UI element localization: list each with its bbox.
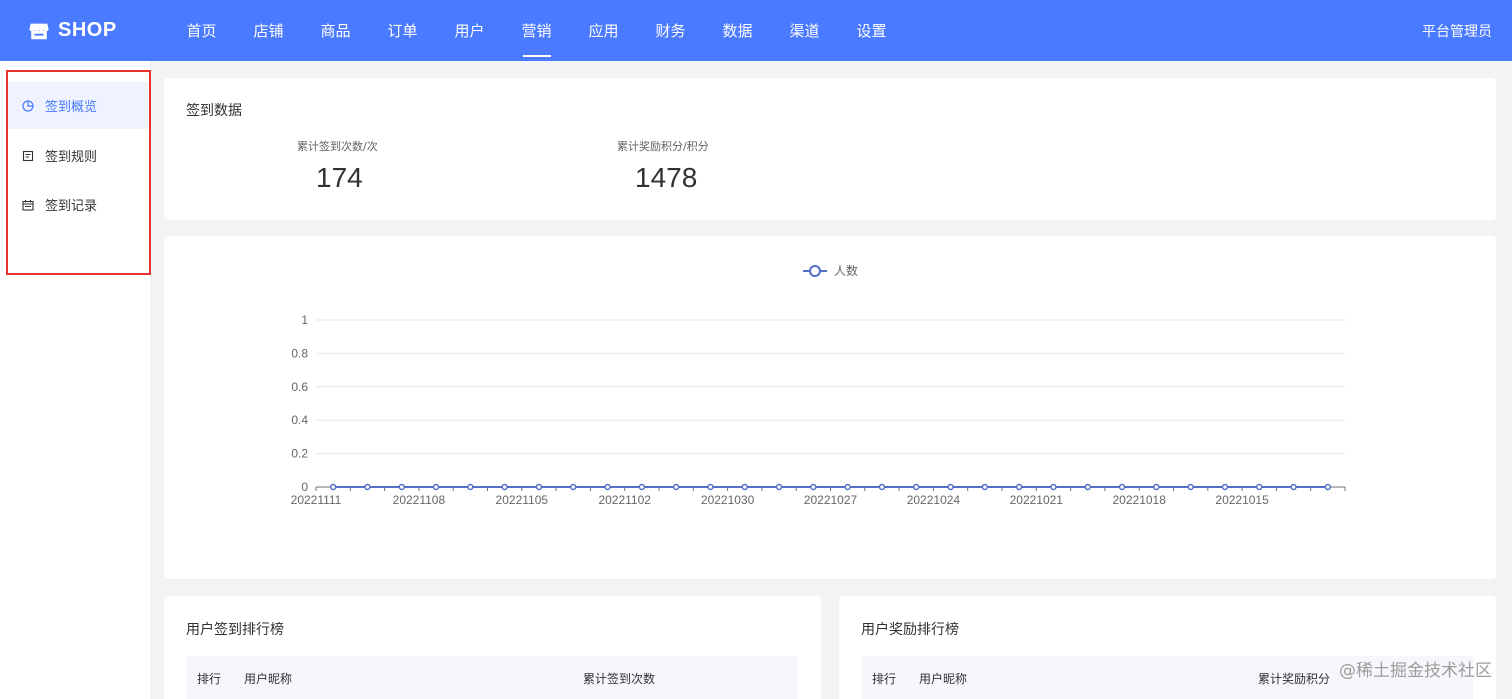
x-tick-label: 20221021 <box>1010 493 1064 507</box>
legend-label: 人数 <box>834 263 858 278</box>
admin-user-menu[interactable]: 平台管理员 <box>1422 0 1492 61</box>
data-point <box>1084 483 1091 491</box>
main-nav: 首页 店铺 商品 订单 用户 营销 应用 财务 数据 渠道 设置 <box>168 0 905 61</box>
nav-products[interactable]: 商品 <box>302 0 369 61</box>
y-tick-label: 0.4 <box>291 413 308 427</box>
data-point <box>638 483 646 491</box>
data-point <box>741 483 748 491</box>
column-header-rank: 排行 <box>872 671 897 686</box>
column-header-nickname: 用户昵称 <box>244 671 293 686</box>
data-point <box>672 483 680 491</box>
nav-finance[interactable]: 财务 <box>637 0 704 61</box>
data-point <box>810 483 817 491</box>
nav-data[interactable]: 数据 <box>704 0 771 61</box>
top-navbar: SHOP 首页 店铺 商品 订单 用户 营销 应用 财务 数据 渠道 设置 平台… <box>0 0 1512 61</box>
data-point <box>467 483 474 491</box>
nav-settings[interactable]: 设置 <box>838 0 905 61</box>
watermark: @稀土掘金技术社区 <box>1339 661 1492 681</box>
data-point <box>398 483 405 491</box>
data-point <box>432 483 440 491</box>
data-point <box>1221 483 1229 491</box>
x-tick-label: 20221108 <box>393 493 446 507</box>
nav-orders[interactable]: 订单 <box>369 0 436 61</box>
total-points-label: 累计奖励积分/积分 <box>617 140 709 153</box>
data-point <box>913 483 920 491</box>
brand[interactable]: SHOP <box>28 19 168 42</box>
y-tick-label: 0 <box>301 480 308 494</box>
total-points-value: 1478 <box>635 162 698 193</box>
x-tick-label: 20221024 <box>907 493 961 507</box>
data-point <box>1187 483 1194 491</box>
line-chart: 0 0.2 0.4 0.6 0.8 1 20221111 20221108 20221105 20… <box>291 263 1346 507</box>
checkin-chart-card: 0 0.2 0.4 0.6 0.8 1 20221111 20221108 20221105 20… <box>164 236 1496 579</box>
y-tick-label: 0.6 <box>291 380 308 394</box>
total-checkins-label: 累计签到次数/次 <box>297 140 378 153</box>
sidebar: 签到概览 签到规则 签到记录 <box>0 61 150 699</box>
checkin-ranking-title: 用户签到排行榜 <box>186 622 284 638</box>
x-tick-label: 20221111 <box>291 493 342 507</box>
data-point <box>1153 483 1160 491</box>
y-tick-label: 0.8 <box>291 346 308 360</box>
data-point <box>364 483 371 491</box>
sidebar-item-label: 签到规则 <box>45 150 98 165</box>
sidebar-item-label: 签到概览 <box>45 100 98 115</box>
data-point <box>604 483 611 491</box>
sidebar-item-records[interactable]: 签到记录 <box>8 181 148 228</box>
nav-users[interactable]: 用户 <box>436 0 503 61</box>
store-icon <box>29 23 49 39</box>
checkin-ranking-card: 用户签到排行榜 排行 用户昵称 累计签到次数 <box>164 596 821 699</box>
stats-card-title: 签到数据 <box>186 103 242 119</box>
pie-chart-icon <box>22 99 34 112</box>
data-point <box>1015 483 1023 491</box>
x-tick-label: 20221102 <box>598 493 651 507</box>
data-point <box>329 483 337 491</box>
x-tick-label: 20221027 <box>804 493 858 507</box>
sidebar-item-rules[interactable]: 签到规则 <box>8 132 148 179</box>
data-point <box>775 483 783 491</box>
data-point <box>535 483 543 491</box>
total-checkins-value: 174 <box>316 162 363 193</box>
legend-marker-icon <box>809 265 821 277</box>
nav-marketing[interactable]: 营销 <box>503 0 570 61</box>
sidebar-item-overview[interactable]: 签到概览 <box>8 82 148 129</box>
checkin-ranking-table-header: 排行 用户昵称 累计签到次数 <box>187 656 798 699</box>
data-point <box>501 483 508 491</box>
nav-channels[interactable]: 渠道 <box>771 0 838 61</box>
data-point <box>878 483 886 491</box>
nav-apps[interactable]: 应用 <box>570 0 637 61</box>
x-tick-label: 20221030 <box>701 493 755 507</box>
column-header-nickname: 用户昵称 <box>919 671 968 686</box>
data-point <box>1256 483 1263 491</box>
brand-name: SHOP <box>58 19 117 41</box>
data-point <box>1118 483 1126 491</box>
x-tick-label: 20221015 <box>1215 493 1269 507</box>
reward-ranking-title: 用户奖励排行榜 <box>861 622 959 638</box>
data-point <box>1324 483 1332 491</box>
nav-home[interactable]: 首页 <box>168 0 235 61</box>
data-point <box>844 483 851 491</box>
data-point <box>1290 483 1297 491</box>
data-point <box>1050 483 1057 491</box>
x-tick-label: 20221018 <box>1113 493 1167 507</box>
y-tick-label: 1 <box>301 313 308 327</box>
column-header-rank: 排行 <box>197 671 222 686</box>
column-header-checkins: 累计签到次数 <box>583 671 656 686</box>
x-tick-label: 20221105 <box>496 493 549 507</box>
reward-ranking-card: 用户奖励排行榜 排行 用户昵称 累计奖励积分 <box>839 596 1496 699</box>
column-header-points: 累计奖励积分 <box>1258 671 1331 686</box>
checkin-stats-card: 签到数据 累计签到次数/次 174 累计奖励积分/积分 1478 <box>164 78 1496 220</box>
calendar-icon <box>22 199 34 211</box>
document-icon <box>22 150 34 161</box>
nav-store[interactable]: 店铺 <box>235 0 302 61</box>
y-tick-label: 0.2 <box>291 447 308 461</box>
data-point <box>707 483 714 491</box>
data-point <box>947 483 954 491</box>
data-point <box>981 483 989 491</box>
data-point <box>570 483 577 491</box>
sidebar-item-label: 签到记录 <box>45 199 98 214</box>
